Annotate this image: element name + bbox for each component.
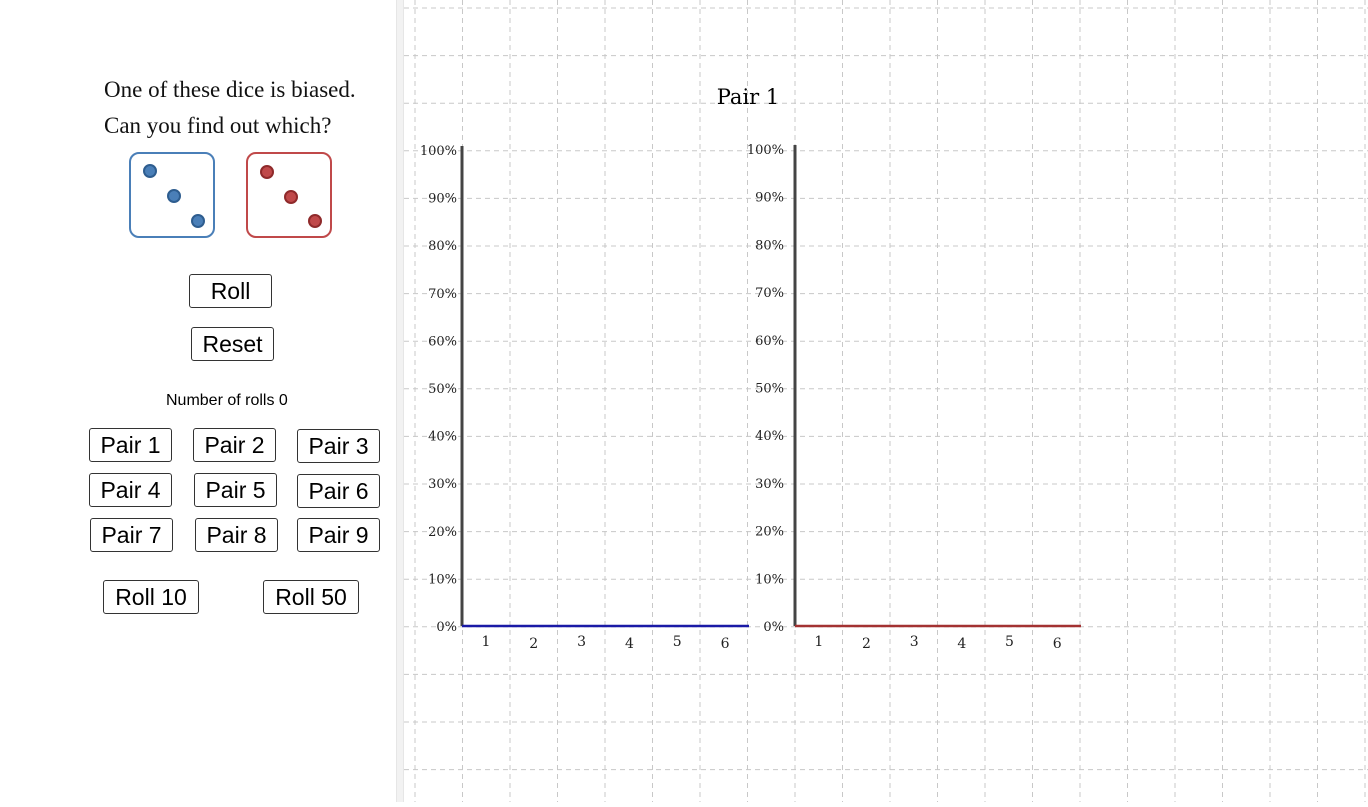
roll-button[interactable]: Roll — [189, 274, 272, 308]
red-die-pip — [308, 214, 322, 228]
red-die — [246, 152, 332, 238]
y-tick-label: 60% — [755, 334, 784, 349]
y-tick-label: 90% — [428, 192, 457, 207]
x-tick-label: 5 — [1005, 634, 1014, 650]
graphics-view[interactable]: Pair 1 0% 10% 20% 30% 40% 50% 60% 70% 80% 90% 100%… — [404, 0, 1368, 802]
y-tick-label: 80% — [428, 239, 457, 254]
right-die-chart: 0% 10% 20% 30% 40% 50% 60% 70% 80% 90% 100% 1 2 3 4 5 6 — [747, 143, 1081, 652]
blue-die-pip — [191, 214, 205, 228]
grid — [404, 0, 1368, 802]
x-tick-label: 1 — [814, 634, 823, 650]
number-of-rolls-label: Number of rolls 0 — [166, 392, 288, 409]
y-tick-label: 100% — [747, 143, 784, 158]
graph-canvas: Pair 1 0%10%20%30%40%50%60%70%80%90%100%… — [404, 0, 1368, 802]
panel-divider[interactable] — [396, 0, 404, 802]
left-panel: One of these dice is biased. Can you fin… — [0, 0, 396, 802]
x-tick-label: 3 — [910, 634, 919, 650]
y-tick-label: 0% — [436, 620, 457, 635]
prompt-line-2: Can you find out which? — [104, 113, 332, 138]
y-tick-label: 30% — [428, 477, 457, 492]
y-tick-label: 10% — [428, 572, 457, 587]
pair-6-button[interactable]: Pair 6 — [297, 474, 380, 508]
x-tick-label: 5 — [673, 634, 682, 650]
pair-5-button[interactable]: Pair 5 — [194, 473, 277, 507]
reset-button[interactable]: Reset — [191, 327, 274, 361]
x-tick-label: 6 — [721, 636, 730, 652]
y-tick-label: 80% — [755, 238, 784, 253]
y-tick-label: 10% — [755, 572, 784, 587]
blue-die-pip — [143, 164, 157, 178]
y-tick-label: 60% — [428, 334, 457, 349]
y-tick-label: 30% — [755, 477, 784, 492]
pair-4-button[interactable]: Pair 4 — [89, 473, 172, 507]
red-die-pip — [284, 190, 298, 204]
pair-9-button[interactable]: Pair 9 — [297, 518, 380, 552]
blue-die-pip — [167, 189, 181, 203]
y-tick-label: 100% — [420, 144, 457, 159]
y-tick-label: 40% — [428, 430, 457, 445]
roll-50-button[interactable]: Roll 50 — [263, 580, 359, 614]
x-tick-label: 2 — [862, 636, 871, 652]
x-tick-label: 4 — [625, 636, 634, 652]
y-tick-label: 20% — [428, 525, 457, 540]
pair-2-button[interactable]: Pair 2 — [193, 428, 276, 462]
pair-3-button[interactable]: Pair 3 — [297, 429, 380, 463]
x-tick-label: 3 — [577, 634, 586, 650]
y-tick-label: 40% — [755, 429, 784, 444]
x-tick-label: 6 — [1053, 636, 1062, 652]
red-die-pip — [260, 165, 274, 179]
blue-die — [129, 152, 215, 238]
y-tick-label: 20% — [755, 525, 784, 540]
pair-1-button[interactable]: Pair 1 — [89, 428, 172, 462]
y-tick-label: 70% — [428, 287, 457, 302]
x-tick-label: 2 — [529, 636, 538, 652]
roll-10-button[interactable]: Roll 10 — [103, 580, 199, 614]
pair-8-button[interactable]: Pair 8 — [195, 518, 278, 552]
y-tick-label: 70% — [755, 286, 784, 301]
x-tick-label: 1 — [481, 634, 490, 650]
y-tick-label: 90% — [755, 191, 784, 206]
y-tick-label: 50% — [755, 382, 784, 397]
x-tick-label: 4 — [957, 636, 966, 652]
pair-7-button[interactable]: Pair 7 — [90, 518, 173, 552]
prompt-line-1: One of these dice is biased. — [104, 77, 356, 102]
graph-title: Pair 1 — [717, 85, 780, 109]
y-tick-label: 50% — [428, 382, 457, 397]
y-tick-label: 0% — [763, 620, 784, 635]
